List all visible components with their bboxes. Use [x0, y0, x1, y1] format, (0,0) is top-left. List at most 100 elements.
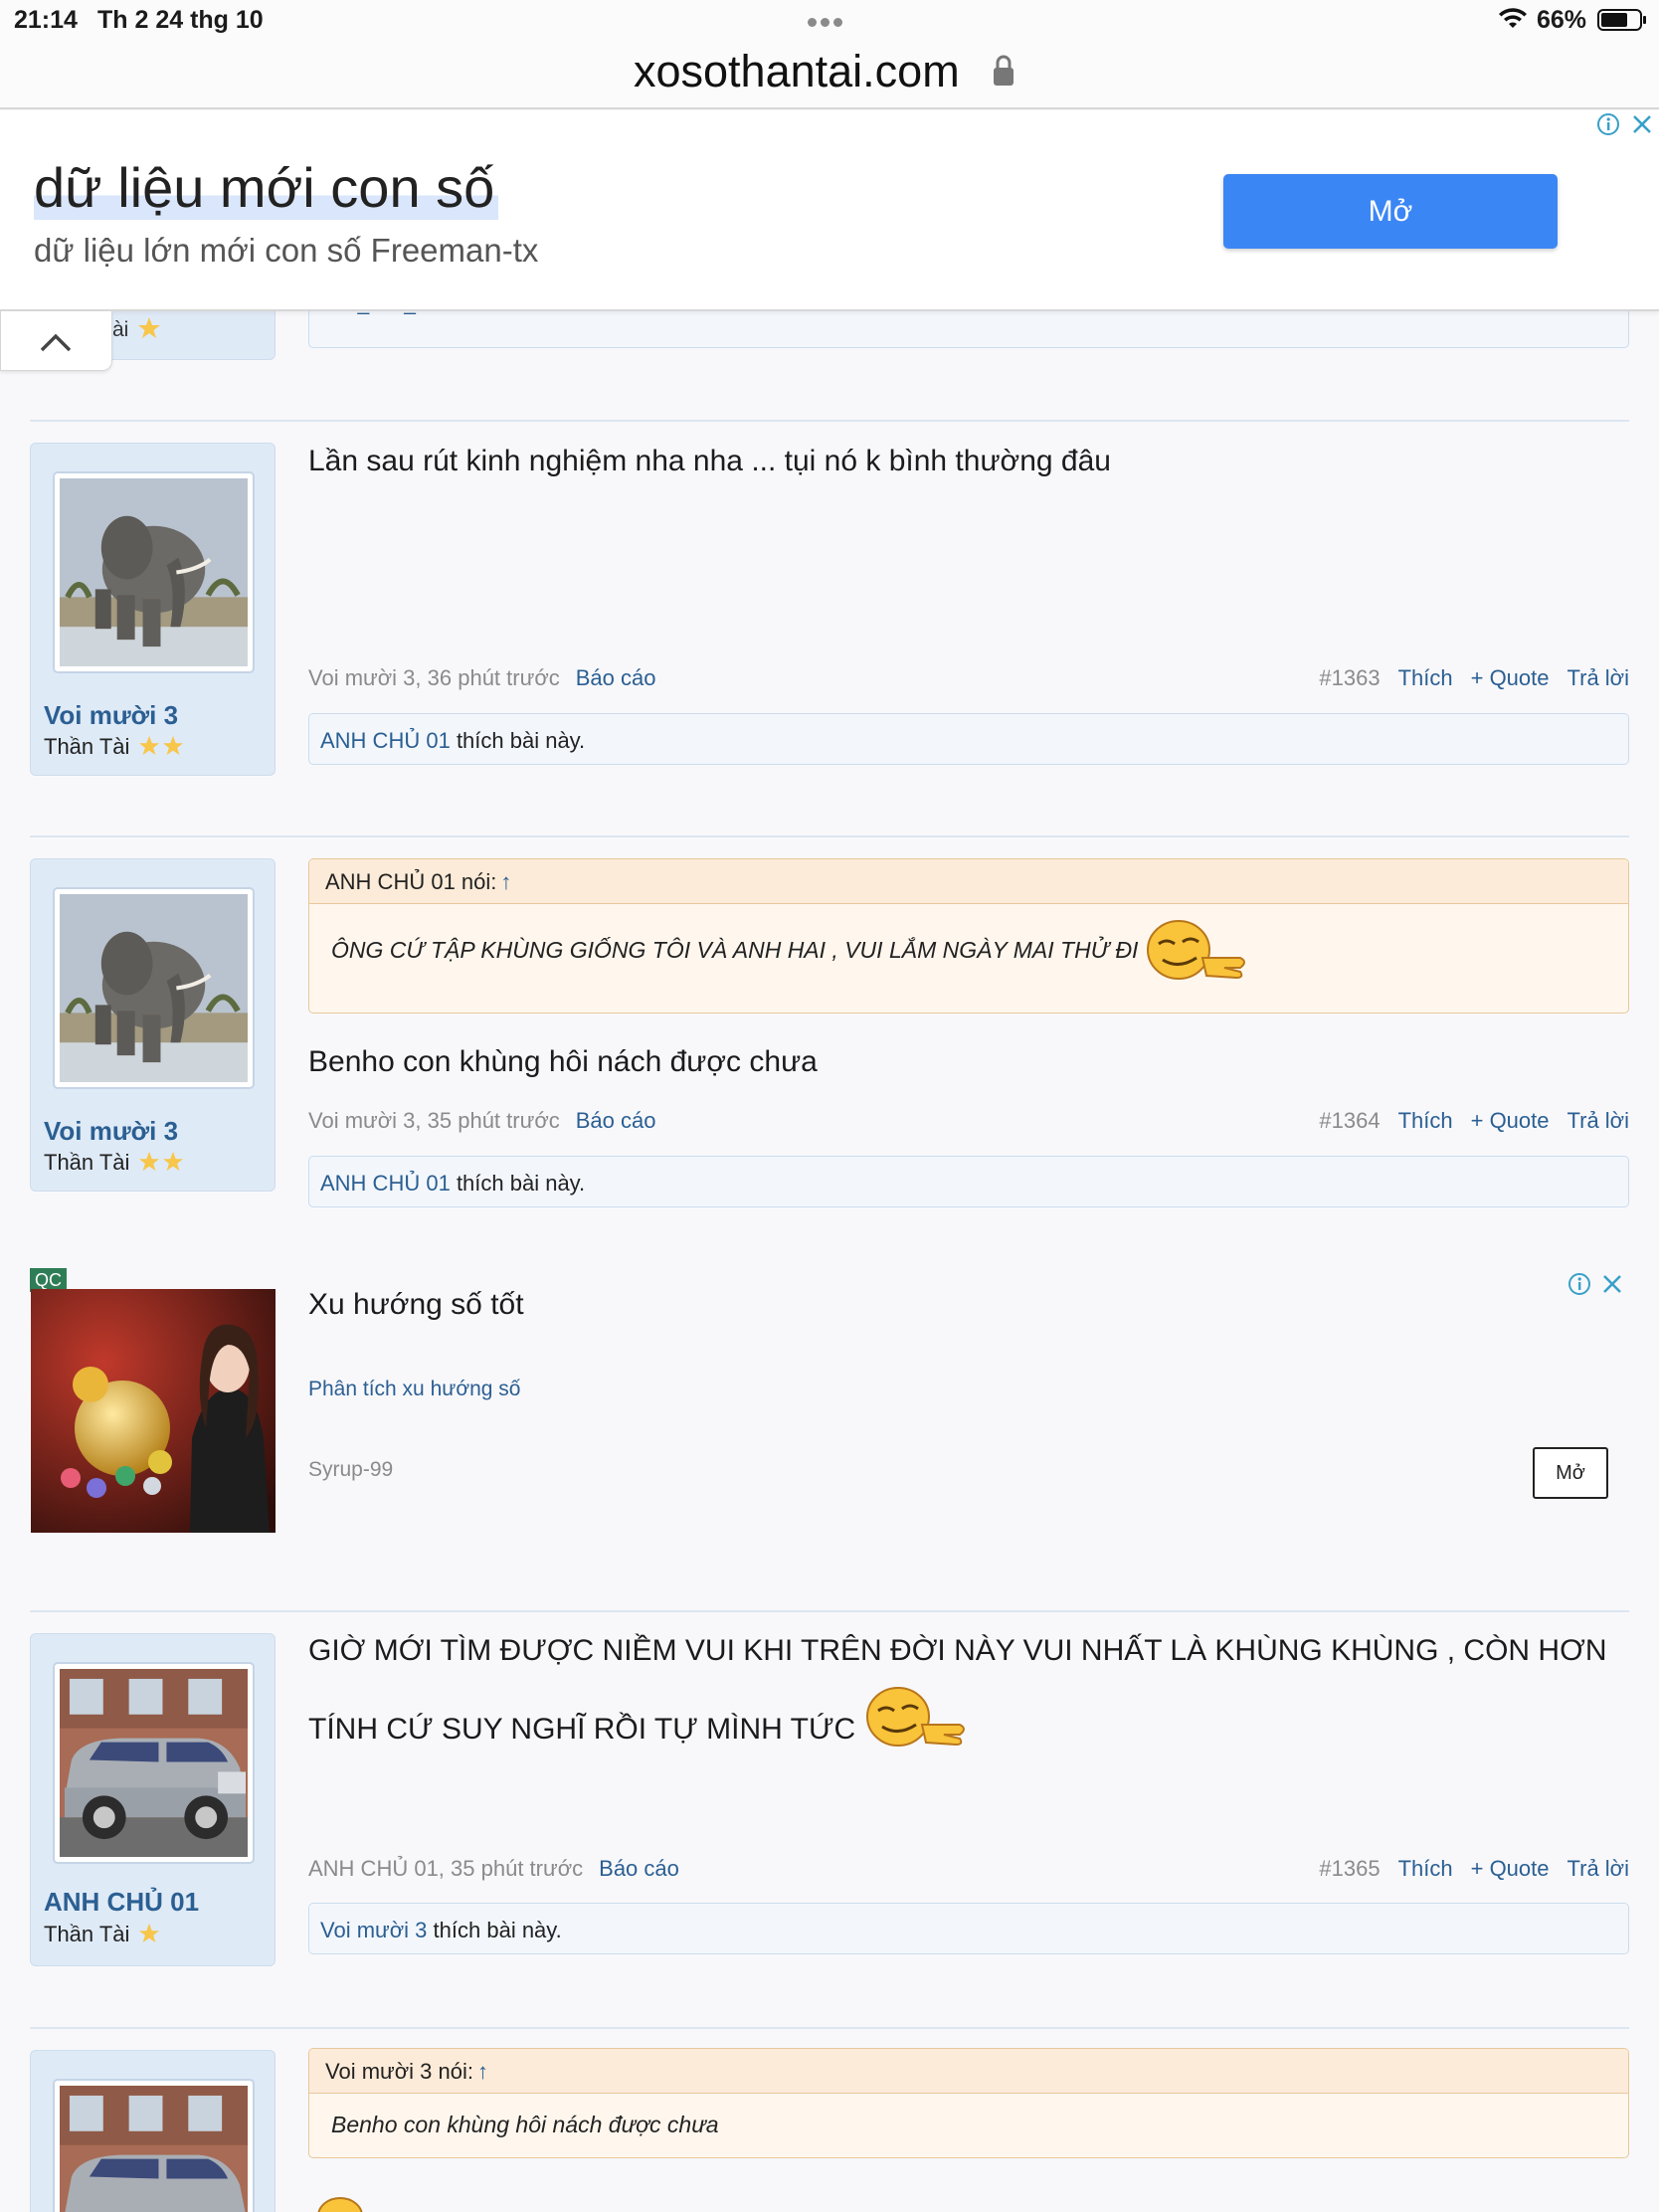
- ad-image[interactable]: [31, 1289, 276, 1533]
- avatar[interactable]: [53, 1662, 255, 1864]
- star-icon: [138, 1923, 159, 1943]
- reply-link[interactable]: Trả lời: [1567, 665, 1630, 690]
- report-link[interactable]: Báo cáo: [576, 665, 656, 690]
- smug-smiley-icon: [865, 1687, 965, 1747]
- user-title: Thần Tài: [44, 734, 184, 760]
- ad-info-icon[interactable]: [1596, 112, 1620, 136]
- likes-bar: ANH CHỦ 01 thích bài này.: [308, 713, 1629, 765]
- user-name-link[interactable]: ANH CHỦ 01: [44, 1887, 199, 1918]
- inline-ad-link[interactable]: Phân tích xu hướng số: [308, 1378, 520, 1401]
- like-link[interactable]: Thích: [1398, 665, 1453, 690]
- post-number[interactable]: #1364: [1319, 1108, 1380, 1133]
- like-user-link[interactable]: ANH CHỦ 01: [320, 728, 451, 753]
- ad-close-icon[interactable]: [1630, 112, 1654, 136]
- inline-ad-source: Syrup-99: [308, 1458, 394, 1481]
- smiley-icon: [317, 2197, 363, 2212]
- quote-text: Benho con khùng hôi nách được chưa: [331, 2112, 719, 2137]
- top-ad-subline[interactable]: dữ liệu lớn mới con số Freeman-tx: [34, 232, 538, 270]
- url-bar[interactable]: xosothantai.com: [0, 40, 1659, 109]
- user-name-link[interactable]: Voi mười 3: [44, 1116, 178, 1147]
- post-separator: [30, 420, 1629, 422]
- reply-link[interactable]: Trả lời: [1567, 1856, 1630, 1881]
- ad-info-icon[interactable]: [1567, 1272, 1591, 1296]
- car-avatar-image: [60, 1669, 248, 1857]
- post-body: Lần sau rút kinh nghiệm nha nha ... tụi …: [308, 445, 1111, 477]
- post-body-line: GIỜ MỚI TÌM ĐƯỢC NIỀM VUI KHI TRÊN ĐỜI N…: [308, 1634, 1607, 1667]
- scroll-to-top-button[interactable]: [0, 311, 112, 371]
- quote-block: Voi mười 3 nói: ↑ Benho con khùng hôi nác…: [308, 2048, 1629, 2158]
- inline-ad-title[interactable]: Xu hướng số tốt: [308, 1288, 524, 1322]
- multitasking-dots-icon[interactable]: [808, 14, 851, 27]
- post-body: GIỜ MỚI TÌM ĐƯỢC NIỀM VUI KHI TRÊN ĐỜI N…: [308, 1617, 1606, 1763]
- avatar[interactable]: [53, 2079, 255, 2212]
- post-body-line: TÍNH CỨ SUY NGHĨ RỒI TỰ MÌNH TỨC: [308, 1685, 1606, 1763]
- user-title: Thần Tài: [44, 1922, 160, 1947]
- url-text[interactable]: xosothantai.com: [634, 46, 960, 97]
- post-separator: [30, 835, 1629, 837]
- post-author-time: Voi mười 3, 35 phút trước: [308, 1108, 560, 1133]
- top-ad-open-button[interactable]: Mở: [1223, 174, 1558, 249]
- status-bar: 21:14 Th 2 24 thg 10 66%: [0, 0, 1659, 40]
- smug-smiley-icon: [1146, 920, 1245, 980]
- post-separator: [30, 1610, 1629, 1612]
- post-actions: #1363 Thích + Quote Trả lời: [1319, 665, 1629, 691]
- elephant-avatar-image: [60, 478, 248, 666]
- post-number[interactable]: #1363: [1319, 665, 1380, 690]
- star-icon: [138, 317, 160, 338]
- like-link[interactable]: Thích: [1398, 1108, 1453, 1133]
- quote-body: Benho con khùng hôi nách được chưa: [309, 2094, 1628, 2138]
- avatar[interactable]: [53, 471, 255, 673]
- report-link[interactable]: Báo cáo: [576, 1108, 656, 1133]
- status-time: 21:14: [14, 6, 78, 34]
- quote-author: Voi mười 3 nói:: [325, 2059, 473, 2084]
- quote-jump-arrow[interactable]: ↑: [477, 2059, 488, 2084]
- post-author-time: ANH CHỦ 01, 35 phút trước: [308, 1856, 584, 1881]
- report-link[interactable]: Báo cáo: [599, 1856, 679, 1881]
- status-date: Th 2 24 thg 10: [97, 6, 264, 34]
- star-icon: [138, 1151, 159, 1172]
- post-actions: #1364 Thích + Quote Trả lời: [1319, 1108, 1629, 1134]
- quote-link[interactable]: + Quote: [1471, 1856, 1550, 1881]
- top-ad-banner[interactable]: dữ liệu mới con số dữ liệu lớn mới con s…: [0, 110, 1659, 311]
- prev-post-user-title: ài: [112, 318, 129, 341]
- user-panel: Voi mười 3 Thần Tài: [30, 443, 276, 776]
- reply-link[interactable]: Trả lời: [1567, 1108, 1630, 1133]
- quote-link[interactable]: + Quote: [1471, 1108, 1550, 1133]
- user-title-text: Thần Tài: [44, 1150, 130, 1175]
- star-icon: [162, 1151, 183, 1172]
- like-user-link[interactable]: ANH CHỦ 01: [320, 1171, 451, 1196]
- user-panel: [30, 2050, 276, 2212]
- ad-close-icon[interactable]: [1600, 1272, 1624, 1296]
- quote-jump-arrow[interactable]: ↑: [500, 869, 511, 894]
- top-ad-headline[interactable]: dữ liệu mới con số: [34, 156, 499, 220]
- user-title-text: Thần Tài: [44, 1922, 130, 1946]
- post-body-text: TÍNH CỨ SUY NGHĨ RỒI TỰ MÌNH TỨC: [308, 1713, 856, 1746]
- quote-author: ANH CHỦ 01 nói:: [325, 869, 497, 894]
- post-meta: Voi mười 3, 35 phút trước Báo cáo: [308, 1108, 655, 1134]
- user-panel: Voi mười 3 Thần Tài: [30, 858, 276, 1192]
- elephant-avatar-image: [60, 894, 248, 1082]
- car-avatar-image: [60, 2086, 248, 2212]
- chevron-up-icon: [40, 333, 72, 352]
- user-name-link[interactable]: Voi mười 3: [44, 700, 178, 731]
- star-icon: [162, 735, 183, 756]
- like-link[interactable]: Thích: [1398, 1856, 1453, 1881]
- post-separator: [30, 2027, 1629, 2029]
- likes-text: thích bài này.: [433, 1918, 562, 1942]
- battery-icon: [1597, 9, 1646, 31]
- likes-text: thích bài này.: [456, 728, 586, 753]
- quote-body: ÔNG CỨ TẬP KHÙNG GIỐNG TÔI VÀ ANH HAI , …: [309, 904, 1628, 986]
- user-panel: ANH CHỦ 01 Thần Tài: [30, 1633, 276, 1966]
- star-icon: [138, 735, 159, 756]
- likes-text: thích bài này.: [456, 1171, 586, 1196]
- quote-text: ÔNG CỨ TẬP KHÙNG GIỐNG TÔI VÀ ANH HAI , …: [331, 937, 1139, 964]
- post-number[interactable]: #1365: [1319, 1856, 1380, 1881]
- post-author-time: Voi mười 3, 36 phút trước: [308, 665, 560, 690]
- quote-header: Voi mười 3 nói: ↑: [309, 2049, 1628, 2094]
- battery-percent: 66%: [1537, 6, 1587, 34]
- avatar[interactable]: [53, 887, 255, 1089]
- like-user-link[interactable]: Voi mười 3: [320, 1918, 427, 1942]
- inline-ad-open-button[interactable]: Mở: [1533, 1447, 1608, 1499]
- quote-link[interactable]: + Quote: [1471, 665, 1550, 690]
- post-body: Benho con khùng hôi nách được chưa: [308, 1045, 818, 1078]
